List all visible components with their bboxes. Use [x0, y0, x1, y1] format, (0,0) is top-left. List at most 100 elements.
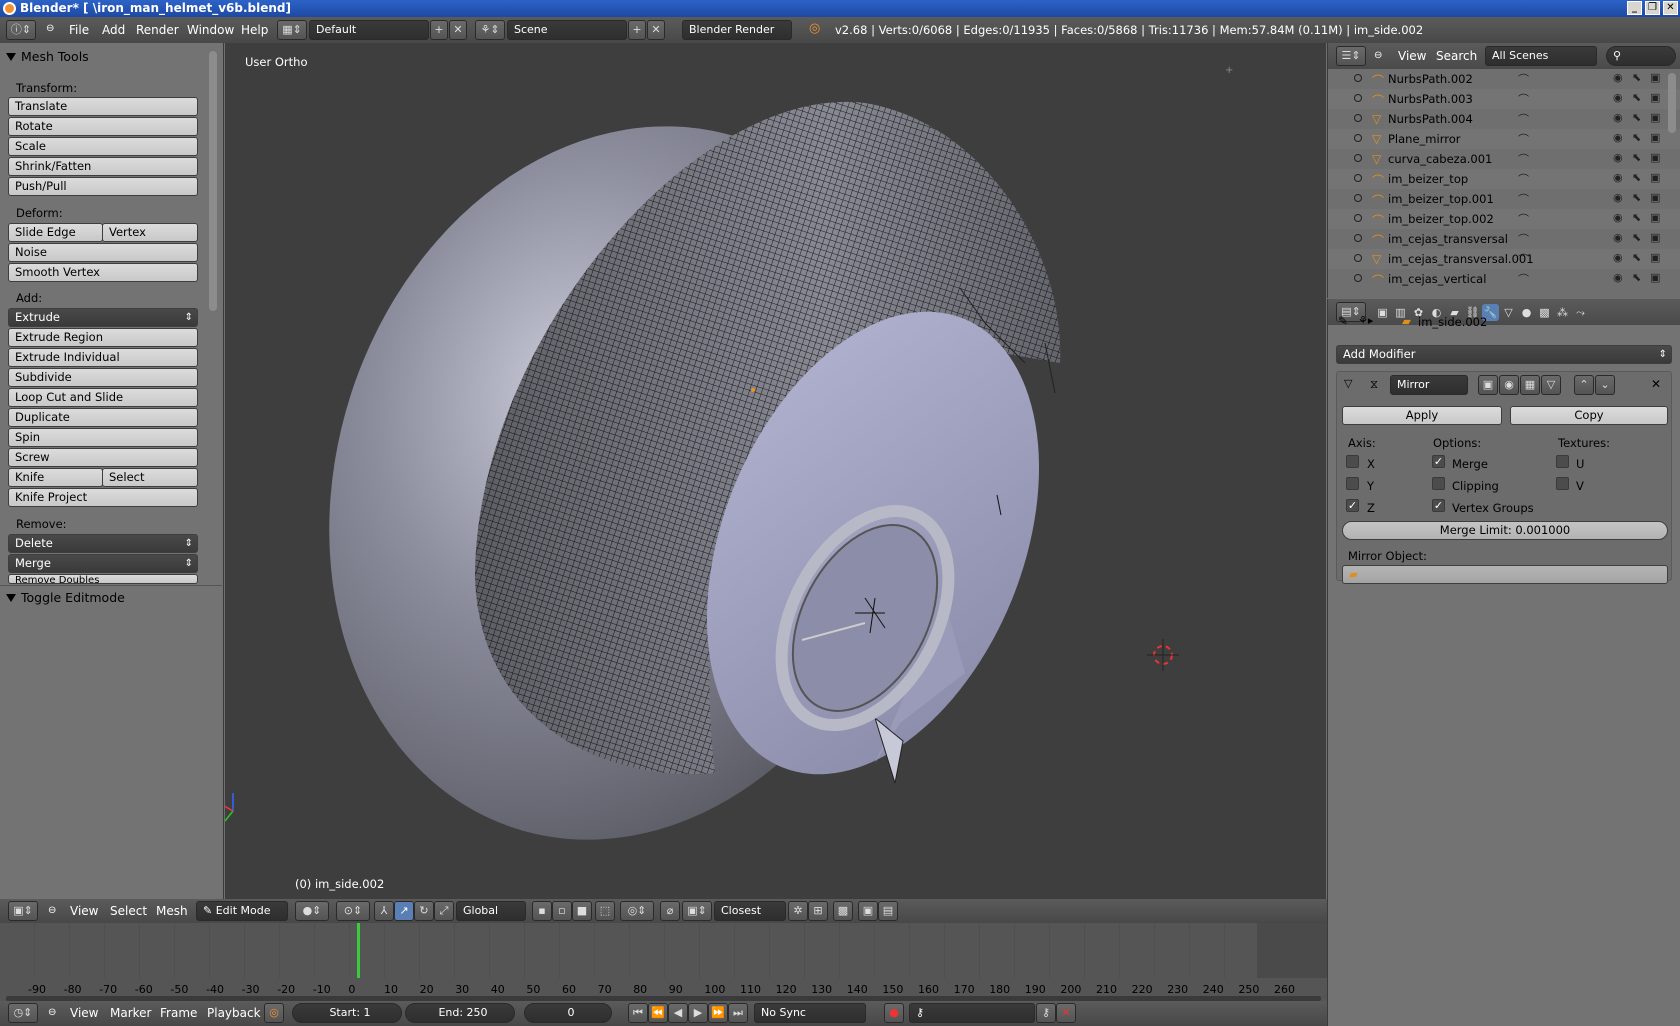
outliner-row-name[interactable]: NurbsPath.002 [1388, 72, 1473, 86]
merge-limit-field[interactable]: Merge Limit: 0.001000 [1342, 521, 1668, 540]
scene-icon[interactable]: ⚘⇕ [475, 20, 505, 40]
menu-help[interactable]: Help [241, 23, 268, 37]
selectability-cursor-icon[interactable]: ⬉ [1632, 111, 1641, 124]
3d-cursor-icon[interactable] [1147, 639, 1179, 671]
knife-project-button[interactable]: Knife Project [8, 488, 198, 507]
jump-keyframe-forward-icon[interactable]: ⏩ [708, 1003, 728, 1023]
modifier-cage-toggle-icon[interactable]: ▽ [1541, 375, 1561, 395]
render-engine-dropdown[interactable]: Blender Render [682, 20, 792, 40]
expand-icon[interactable] [1354, 274, 1362, 282]
collapse-menu-icon[interactable]: ⊖ [48, 905, 56, 916]
snap-element-icon[interactable]: ▣⇕ [682, 901, 712, 921]
outliner-row-name[interactable]: im_beizer_top [1388, 172, 1468, 186]
current-frame-field[interactable]: 0 [524, 1003, 612, 1023]
shading-dropdown-icon[interactable]: ●⇕ [295, 901, 329, 921]
outliner-row-name[interactable]: im_cejas_transversal [1388, 232, 1508, 246]
physics-context-icon[interactable]: ⤳ [1572, 304, 1589, 321]
translate-button[interactable]: Translate [8, 97, 198, 116]
extrude-region-button[interactable]: Extrude Region [8, 328, 198, 347]
remove-doubles-button[interactable]: Remove Doubles [8, 574, 198, 584]
loop-cut-button[interactable]: Loop Cut and Slide [8, 388, 198, 407]
move-down-icon[interactable]: ⌄ [1595, 375, 1615, 395]
3d-viewport[interactable]: + User Ortho (0) im_side.002 [225, 43, 1326, 899]
outliner-row[interactable]: ⌒ im_beizer_top.001 ⌒ ◉ ⬉ ▣ [1328, 189, 1680, 209]
pivot-dropdown-icon[interactable]: ⊙⇕ [336, 901, 370, 921]
selectability-cursor-icon[interactable]: ⬉ [1632, 191, 1641, 204]
outliner-row-name[interactable]: curva_cabeza.001 [1388, 152, 1492, 166]
selectability-cursor-icon[interactable]: ⬉ [1632, 131, 1641, 144]
outliner-row-name[interactable]: im_cejas_transversal.001 [1388, 252, 1534, 266]
outliner-row[interactable]: ⌒ im_cejas_vertical ⌒ ◉ ⬉ ▣ [1328, 269, 1680, 289]
shrink-fatten-button[interactable]: Shrink/Fatten [8, 157, 198, 176]
selectability-cursor-icon[interactable]: ⬉ [1632, 91, 1641, 104]
outliner-row[interactable]: ▽ NurbsPath.004 ⌒ ◉ ⬉ ▣ [1328, 109, 1680, 129]
renderability-camera-icon[interactable]: ▣ [1650, 191, 1660, 204]
modifier-render-toggle-icon[interactable]: ▣ [1478, 375, 1498, 395]
visibility-eye-icon[interactable]: ◉ [1613, 211, 1623, 224]
selectability-cursor-icon[interactable]: ⬉ [1632, 171, 1641, 184]
start-frame-field[interactable]: Start: 1 [292, 1003, 402, 1023]
visibility-eye-icon[interactable]: ◉ [1613, 91, 1623, 104]
end-frame-field[interactable]: End: 250 [405, 1003, 515, 1023]
texture-v-checkbox[interactable] [1556, 477, 1569, 490]
renderability-camera-icon[interactable]: ▣ [1650, 131, 1660, 144]
layout-add-icon[interactable]: + [430, 20, 448, 40]
renderability-camera-icon[interactable]: ▣ [1650, 211, 1660, 224]
axis-z-checkbox[interactable]: ✓ [1346, 499, 1359, 512]
extrude-individual-button[interactable]: Extrude Individual [8, 348, 198, 367]
render-still-icon[interactable]: ▣ [858, 901, 878, 921]
jump-start-icon[interactable]: ⏮ [628, 1003, 648, 1023]
layers-icon[interactable]: ⊞ [808, 901, 828, 921]
selectability-cursor-icon[interactable]: ⬉ [1632, 271, 1641, 284]
modifier-expand-icon[interactable]: ▽ [1344, 377, 1352, 390]
texture-u-checkbox[interactable] [1556, 455, 1569, 468]
renderability-camera-icon[interactable]: ▣ [1650, 251, 1660, 264]
outliner-row[interactable]: ⌒ im_beizer_top.002 ⌒ ◉ ⬉ ▣ [1328, 209, 1680, 229]
outliner-row[interactable]: ⌒ im_cejas_transversal ⌒ ◉ ⬉ ▣ [1328, 229, 1680, 249]
expand-icon[interactable] [1354, 234, 1362, 242]
renderability-camera-icon[interactable]: ▣ [1650, 231, 1660, 244]
maximize-button[interactable]: ❐ [1645, 1, 1660, 15]
render-anim-icon[interactable]: ▤ [878, 901, 898, 921]
minimize-button[interactable]: _ [1627, 1, 1642, 15]
visibility-eye-icon[interactable]: ◉ [1613, 271, 1623, 284]
sync-dropdown[interactable]: No Sync [754, 1003, 866, 1023]
outliner-row-name[interactable]: im_cejas_vertical [1388, 272, 1486, 286]
delete-dropdown[interactable]: Delete [8, 534, 198, 553]
axis-y-checkbox[interactable] [1346, 477, 1359, 490]
outliner-search-input[interactable]: ⚲ [1606, 46, 1676, 66]
mirror-object-field[interactable]: ▰ [1342, 565, 1668, 584]
timeline-menu-marker[interactable]: Marker [110, 1006, 151, 1020]
visibility-eye-icon[interactable]: ◉ [1613, 171, 1623, 184]
noise-button[interactable]: Noise [8, 243, 198, 262]
outliner-row-name[interactable]: NurbsPath.003 [1388, 92, 1473, 106]
extrude-dropdown[interactable]: Extrude [8, 308, 198, 327]
subdivide-button[interactable]: Subdivide [8, 368, 198, 387]
snap-target-dropdown[interactable]: Closest [714, 901, 786, 921]
menu-render[interactable]: Render [136, 23, 179, 37]
toggle-editmode-panel-header[interactable]: Toggle Editmode [6, 590, 125, 605]
expand-icon[interactable] [1354, 114, 1362, 122]
tool-shelf-scrollbar[interactable] [209, 51, 217, 311]
pin-icon[interactable]: ✎ [1338, 314, 1348, 328]
expand-icon[interactable] [1354, 134, 1362, 142]
layout-remove-icon[interactable]: ✕ [449, 20, 467, 40]
keying-set-field[interactable]: ⚷ [909, 1003, 1035, 1023]
delete-keyframe-icon[interactable]: ✕ [1056, 1003, 1076, 1023]
current-frame-indicator[interactable] [357, 923, 360, 978]
manipulator-toggle-icon[interactable]: ⅄ [374, 901, 394, 921]
visibility-eye-icon[interactable]: ◉ [1613, 231, 1623, 244]
expand-icon[interactable] [1354, 174, 1362, 182]
outliner-scrollbar[interactable] [1668, 73, 1676, 133]
renderability-camera-icon[interactable]: ▣ [1650, 91, 1660, 104]
jump-end-icon[interactable]: ⏭ [728, 1003, 748, 1023]
visibility-eye-icon[interactable]: ◉ [1613, 251, 1623, 264]
vertex-slide-button[interactable]: Vertex [102, 223, 198, 242]
data-context-icon[interactable]: ▽ [1500, 304, 1517, 321]
outliner-row[interactable]: ▽ curva_cabeza.001 ⌒ ◉ ⬉ ▣ [1328, 149, 1680, 169]
editor-type-icon[interactable]: ⓘ⇕ [6, 20, 36, 40]
copy-button[interactable]: Copy [1510, 406, 1668, 425]
outliner-row[interactable]: ▽ im_cejas_transversal.001 ⌒ ◉ ⬉ ▣ [1328, 249, 1680, 269]
knife-select-button[interactable]: Select [102, 468, 198, 487]
visibility-eye-icon[interactable]: ◉ [1613, 151, 1623, 164]
